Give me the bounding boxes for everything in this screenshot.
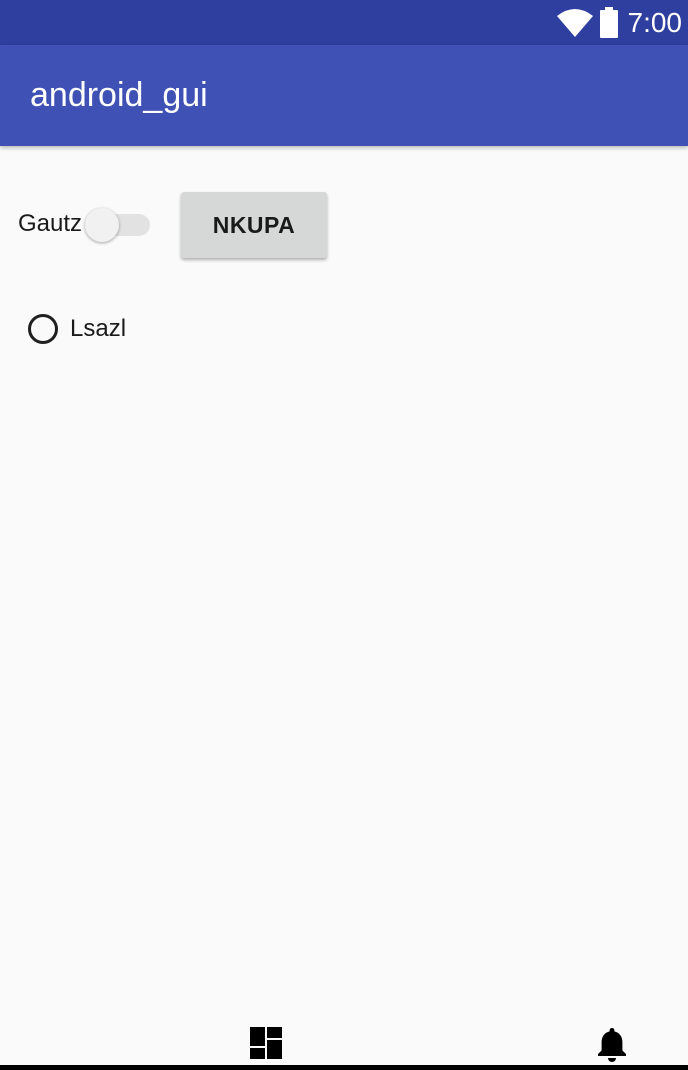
bottom-edge — [0, 1065, 688, 1070]
switch-thumb — [85, 208, 119, 242]
status-bar: 7:00 — [0, 0, 688, 45]
bottom-navigation — [0, 1020, 688, 1066]
status-icons: 7:00 — [556, 0, 683, 45]
radio-label: Lsazl — [70, 315, 127, 342]
switch-label: Gautz — [18, 210, 83, 237]
app-title: android_gui — [30, 76, 208, 114]
radio-circle — [28, 314, 58, 344]
nkupa-button[interactable]: NKUPA — [181, 192, 327, 258]
app-bar: android_gui — [0, 45, 688, 146]
wifi-icon — [556, 7, 593, 39]
status-time: 7:00 — [627, 7, 683, 38]
toggle-switch[interactable] — [84, 206, 152, 244]
dashboard-icon[interactable] — [248, 1026, 284, 1062]
notifications-bell-icon[interactable] — [593, 1025, 631, 1063]
battery-icon — [599, 6, 619, 39]
radio-button[interactable]: Lsazl — [28, 314, 126, 344]
